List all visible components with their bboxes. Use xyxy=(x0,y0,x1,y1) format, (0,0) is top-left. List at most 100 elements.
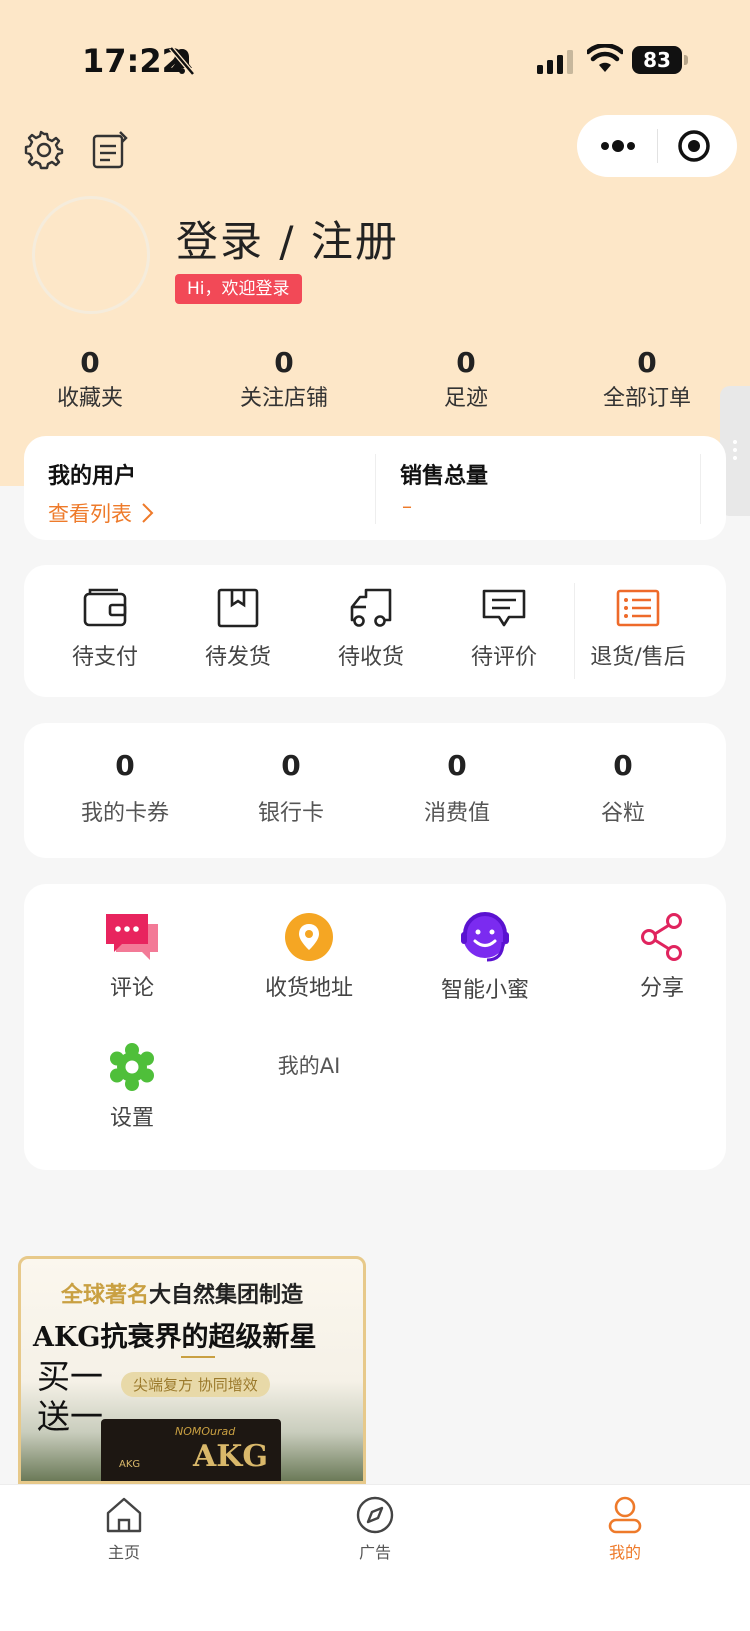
tab-label: 主页 xyxy=(107,1543,140,1562)
share-icon xyxy=(641,913,682,961)
asset-label: 消费值 xyxy=(423,801,490,826)
product-name-small: AKG xyxy=(119,1459,141,1470)
tab-mine[interactable]: 我的 xyxy=(565,1495,685,1563)
stat-value: 0 xyxy=(80,346,100,379)
stat-all-orders[interactable]: 0 全部订单 xyxy=(567,346,727,416)
battery-indicator: 83 xyxy=(632,46,688,74)
product-box-image: NOMOurad AKG AKG xyxy=(101,1419,281,1481)
service-settings[interactable]: 设置 xyxy=(44,1042,220,1132)
more-dots-icon[interactable] xyxy=(599,136,637,156)
stat-label: 收藏夹 xyxy=(56,386,123,411)
order-pending-payment[interactable]: 待支付 xyxy=(38,587,172,671)
order-label: 待发货 xyxy=(204,645,271,670)
tab-label: 我的 xyxy=(608,1543,641,1562)
order-label: 待评价 xyxy=(470,645,537,670)
service-share[interactable]: 分享 xyxy=(574,912,750,1002)
service-label: 智能小蜜 xyxy=(440,978,529,1003)
handle-dot xyxy=(733,456,737,460)
miniprogram-capsule xyxy=(577,115,737,177)
asset-coupons[interactable]: 0 我的卡券 xyxy=(42,749,208,827)
service-comments[interactable]: 评论 xyxy=(44,912,220,1002)
wallet-icon xyxy=(83,588,127,627)
ad-banner[interactable]: 全球著名大自然集团制造 AKG抗衰界的超级新星 买一 送一 尖端复方 协同增效 … xyxy=(18,1256,366,1484)
smiley-headset-icon xyxy=(461,912,509,962)
comment-icon xyxy=(482,589,526,627)
stat-favorites[interactable]: 0 收藏夹 xyxy=(10,346,170,416)
stat-footprints[interactable]: 0 足迹 xyxy=(386,346,546,416)
divider xyxy=(375,454,376,524)
service-label: 设置 xyxy=(109,1106,154,1131)
order-label: 待收货 xyxy=(337,645,404,670)
stat-label: 足迹 xyxy=(443,386,488,411)
gear-flower-icon xyxy=(110,1043,154,1091)
welcome-badge: Hi，欢迎登录 xyxy=(175,274,302,304)
asset-label: 银行卡 xyxy=(257,801,324,826)
avatar[interactable] xyxy=(32,196,150,314)
asset-label: 谷粒 xyxy=(600,801,645,826)
ad-headline-dark: 大自然集团制造 xyxy=(149,1282,304,1308)
order-label: 待支付 xyxy=(71,645,138,670)
order-pending-shipment[interactable]: 待发货 xyxy=(171,587,305,671)
product-name: AKG xyxy=(193,1439,268,1474)
ad-divider xyxy=(181,1356,215,1358)
tab-label: 广告 xyxy=(358,1543,391,1562)
bell-muted-icon xyxy=(169,46,195,76)
order-after-sales[interactable]: 退货/售后 xyxy=(571,587,705,671)
users-sales-card: 我的用户 查看列表 销售总量 – xyxy=(24,436,726,540)
tab-home[interactable]: 主页 xyxy=(64,1495,184,1563)
service-smart-assistant[interactable]: 智能小蜜 xyxy=(397,912,573,1004)
stat-value: 0 xyxy=(637,346,657,379)
ad-tagline: 尖端复方 协同增效 xyxy=(121,1372,270,1397)
bottom-tab-bar: 主页 广告 我的 xyxy=(0,1484,750,1631)
ad-headline: 全球著名大自然集团制造 xyxy=(61,1277,303,1309)
divider xyxy=(700,454,701,524)
asset-consumption-value[interactable]: 0 消费值 xyxy=(374,749,540,827)
home-icon xyxy=(106,1497,142,1533)
stat-followed-shops[interactable]: 0 关注店铺 xyxy=(204,346,364,416)
product-brand: NOMOurad xyxy=(175,1425,236,1438)
truck-icon xyxy=(350,588,392,627)
orders-card: 待支付 待发货 待收货 待评价 退货/售后 xyxy=(24,565,726,697)
tab-ads[interactable]: 广告 xyxy=(315,1495,435,1563)
view-list-link[interactable]: 查看列表 xyxy=(48,498,154,528)
my-ai-link[interactable]: 我的AI xyxy=(221,1050,397,1080)
asset-grains[interactable]: 0 谷粒 xyxy=(540,749,706,827)
stat-label: 全部订单 xyxy=(602,386,691,411)
view-list-label: 查看列表 xyxy=(48,502,132,526)
order-label: 退货/售后 xyxy=(590,645,686,670)
compass-icon xyxy=(356,1496,394,1534)
sales-total-value: – xyxy=(402,494,412,518)
chevron-right-icon xyxy=(142,503,154,523)
handle-dot xyxy=(733,440,737,444)
asset-value: 0 xyxy=(115,749,135,782)
asset-value: 0 xyxy=(447,749,467,782)
login-register-title[interactable]: 登录 / 注册 xyxy=(176,208,399,269)
service-label: 分享 xyxy=(639,976,684,1001)
assets-card: 0 我的卡券 0 银行卡 0 消费值 0 谷粒 xyxy=(24,723,726,858)
stat-value: 0 xyxy=(456,346,476,379)
top-stats-row: 0 收藏夹 0 关注店铺 0 足迹 0 全部订单 xyxy=(0,346,750,416)
order-pending-review[interactable]: 待评价 xyxy=(437,587,571,671)
location-pin-icon xyxy=(285,913,333,961)
signal-icon xyxy=(537,50,573,74)
asset-value: 0 xyxy=(613,749,633,782)
handle-dot xyxy=(733,448,737,452)
my-users-section: 我的用户 查看列表 xyxy=(48,458,154,528)
user-icon xyxy=(608,1496,642,1534)
stat-label: 关注店铺 xyxy=(239,386,328,411)
sales-total-title: 销售总量 xyxy=(400,464,489,489)
service-address[interactable]: 收货地址 xyxy=(221,912,397,1002)
service-label: 收货地址 xyxy=(264,976,353,1001)
ad-headline-gold: 全球著名 xyxy=(61,1282,150,1308)
my-users-title: 我的用户 xyxy=(48,464,137,489)
settings-gear-icon[interactable] xyxy=(24,130,64,170)
close-target-icon[interactable] xyxy=(676,128,712,164)
asset-value: 0 xyxy=(281,749,301,782)
asset-bank-cards[interactable]: 0 银行卡 xyxy=(208,749,374,827)
notes-edit-icon[interactable] xyxy=(90,130,130,170)
order-pending-receipt[interactable]: 待收货 xyxy=(304,587,438,671)
services-card: 评论 收货地址 智能小蜜 分享 设置 我的AI xyxy=(24,884,726,1170)
ad-title: AKG抗衰界的超级新星 xyxy=(33,1322,317,1353)
asset-label: 我的卡券 xyxy=(80,801,169,826)
after-sales-icon xyxy=(616,589,660,627)
